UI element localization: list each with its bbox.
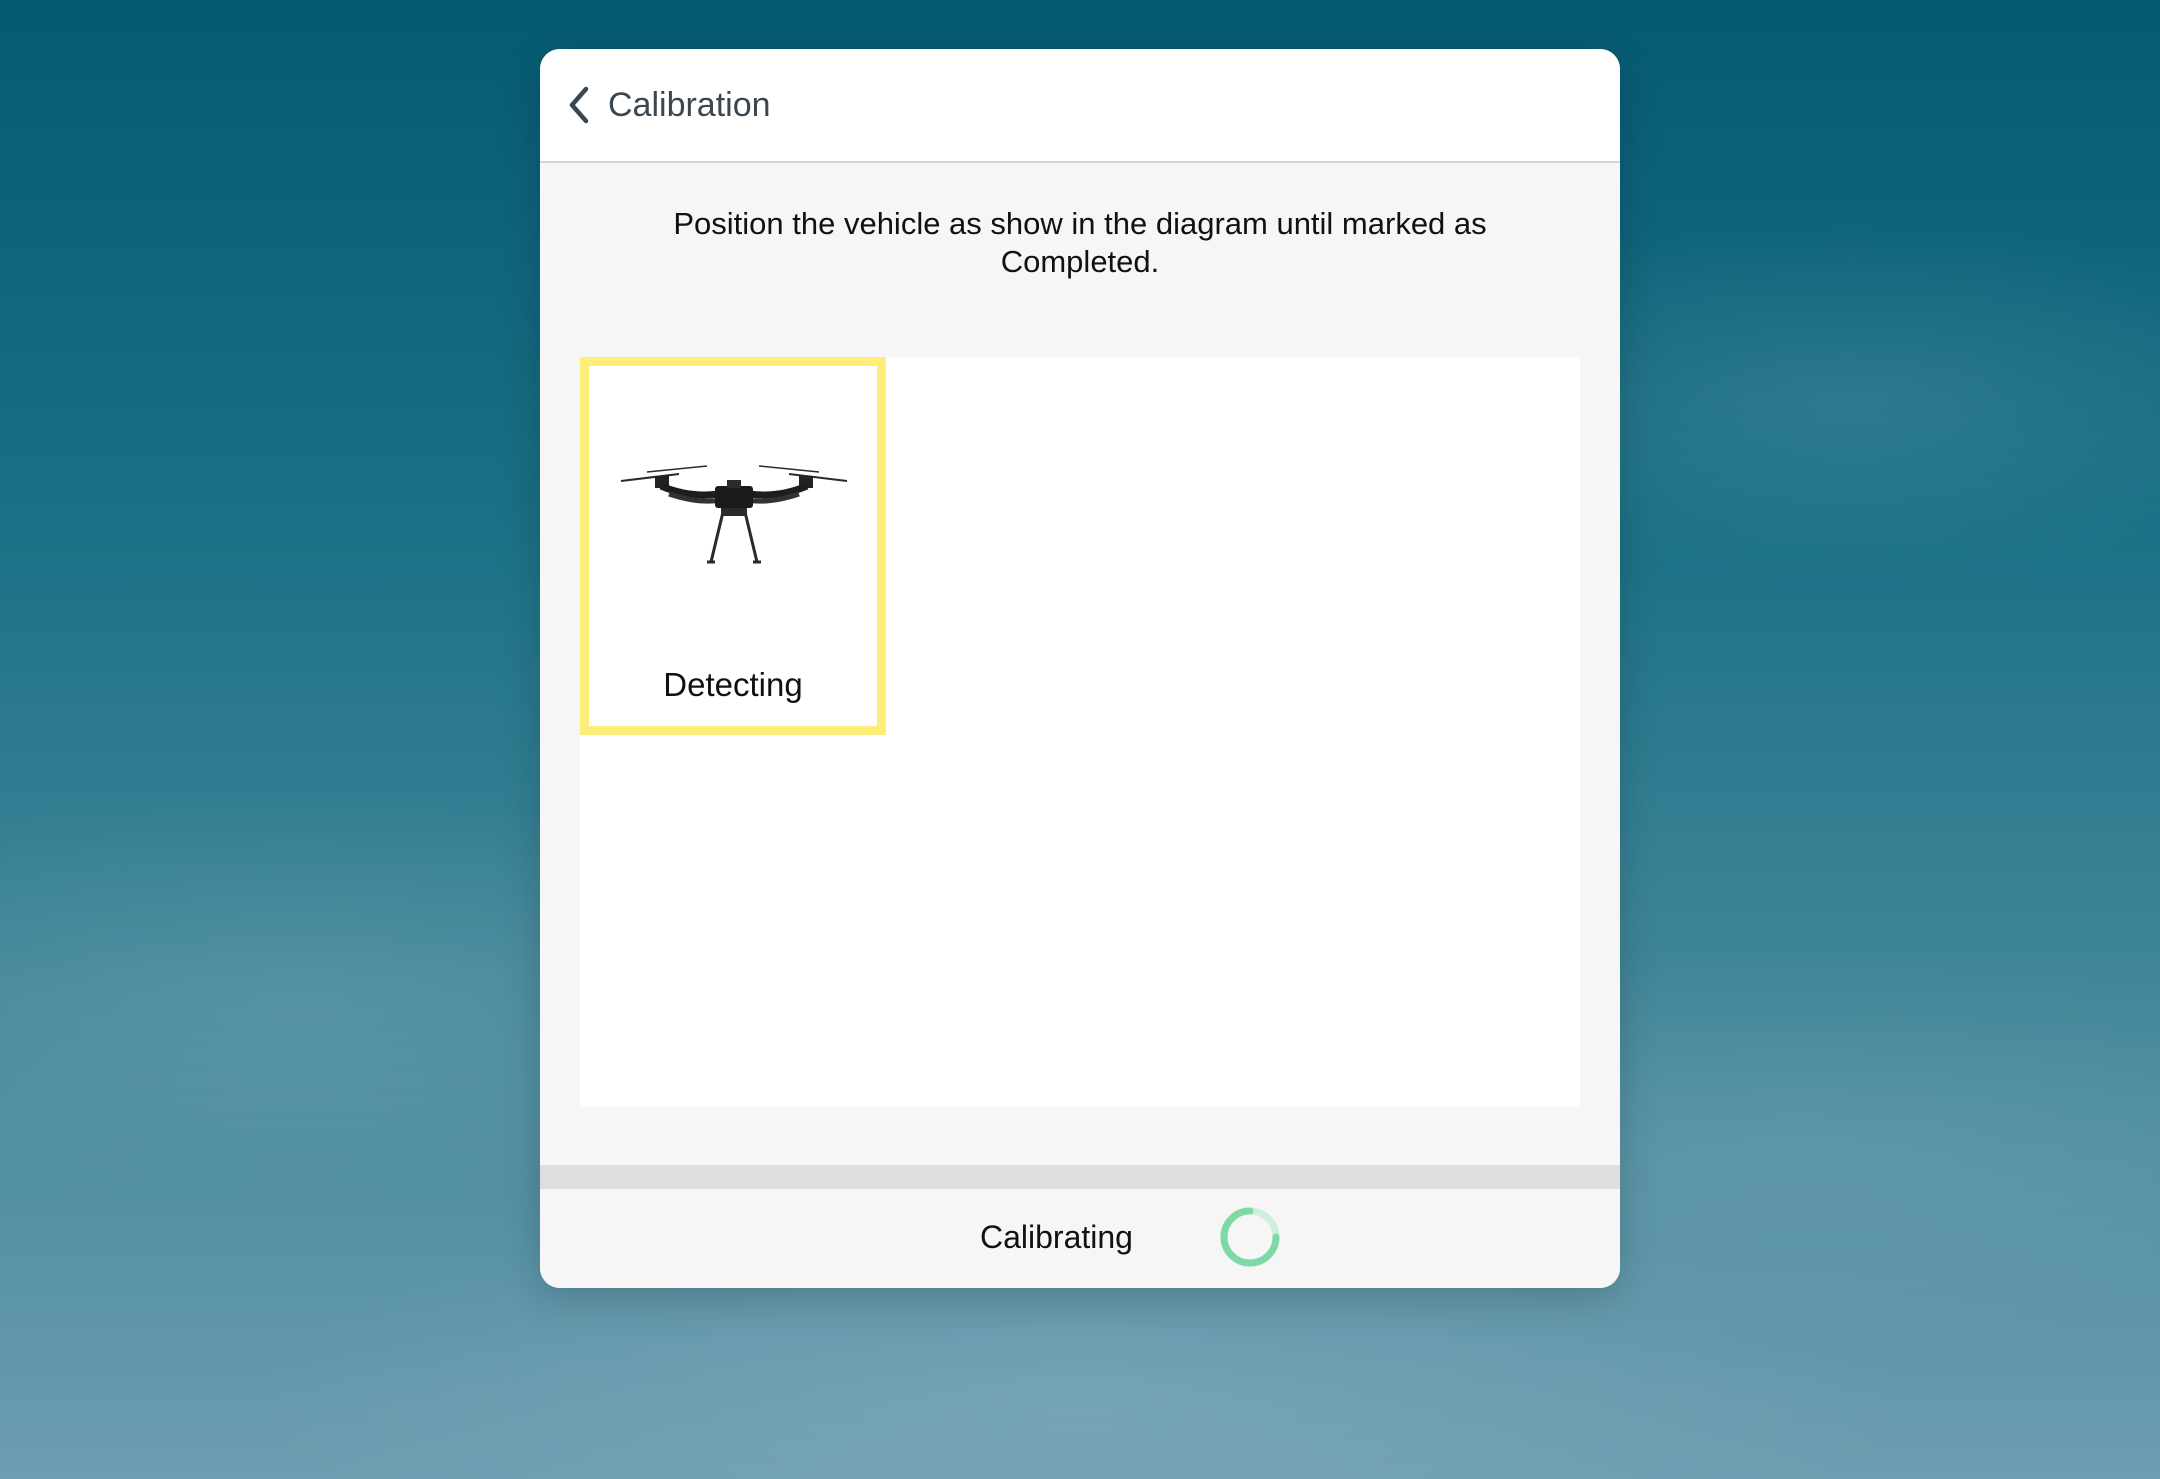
calibration-status: Calibrating bbox=[980, 1219, 1133, 1255]
status-footer: Calibrating bbox=[540, 1189, 1620, 1288]
divider-bar bbox=[540, 1165, 1620, 1189]
step-card-detecting: Detecting bbox=[580, 357, 886, 735]
instructions-text: Position the vehicle as show in the diag… bbox=[673, 206, 1487, 279]
dialog-header: Calibration bbox=[540, 49, 1620, 163]
spinner-icon bbox=[1220, 1207, 1280, 1267]
calibration-dialog: Calibration Position the vehicle as show… bbox=[540, 49, 1620, 1288]
drone-image bbox=[620, 465, 848, 564]
step-status-label: Detecting bbox=[663, 666, 803, 703]
back-label: Calibration bbox=[608, 86, 771, 124]
back-button[interactable]: Calibration bbox=[564, 79, 771, 131]
chevron-left-icon bbox=[569, 86, 589, 124]
calibration-diagram: Detecting bbox=[580, 357, 1580, 1107]
